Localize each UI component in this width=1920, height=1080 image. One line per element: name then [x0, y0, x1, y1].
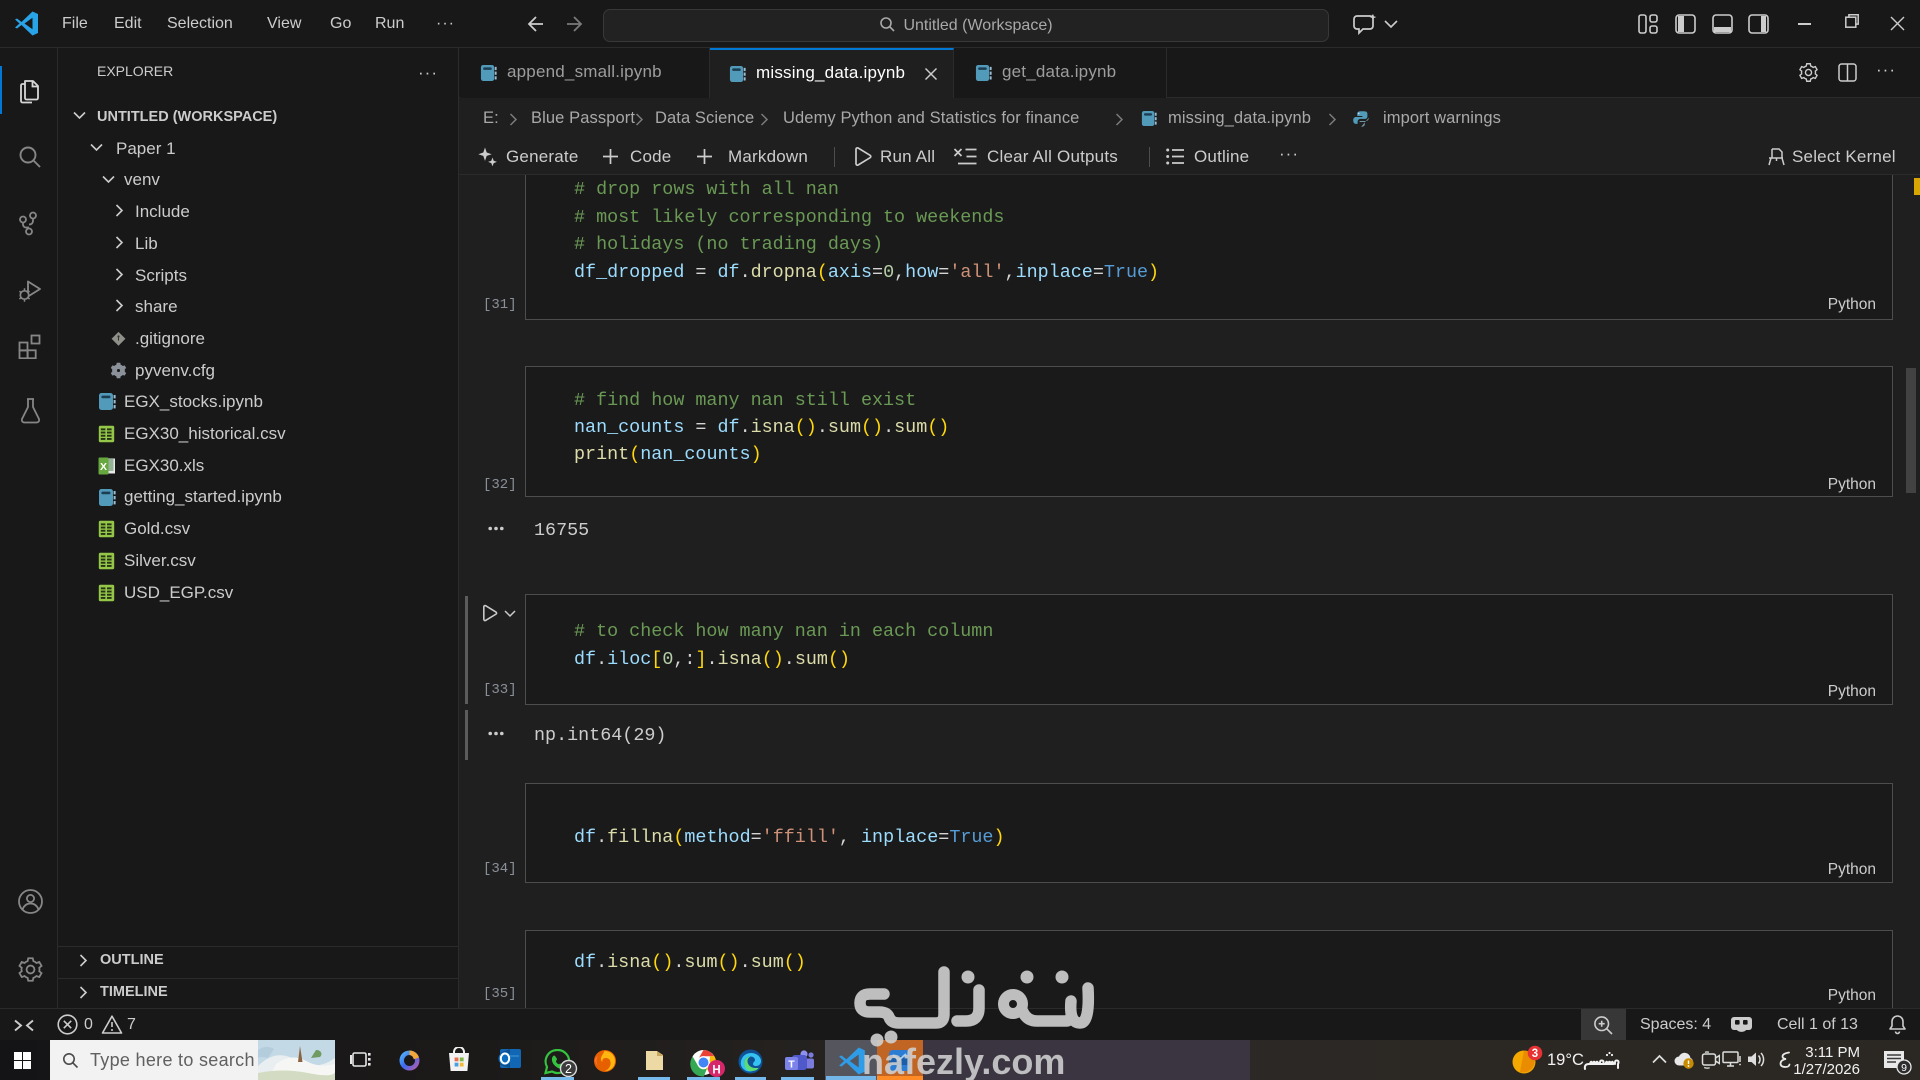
svg-text:X: X — [100, 461, 107, 473]
svg-text:3: 3 — [1532, 1048, 1538, 1060]
svg-text:9: 9 — [1901, 1062, 1907, 1074]
svg-text:T: T — [788, 1058, 795, 1070]
svg-text:H: H — [712, 1064, 720, 1076]
svg-text:2: 2 — [565, 1062, 572, 1076]
